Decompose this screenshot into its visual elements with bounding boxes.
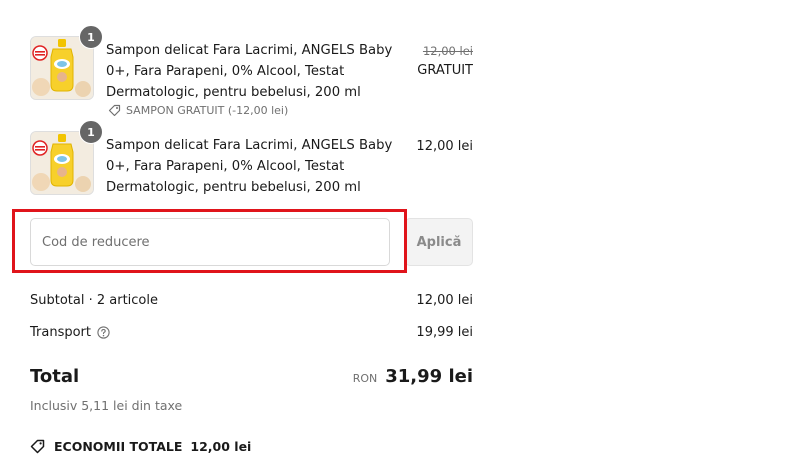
item-price: 12,00 lei [416,139,473,154]
total-currency: RON [352,372,378,385]
total-savings: ECONOMII TOTALE 12,00 lei [30,439,251,454]
savings-value: 12,00 lei [190,439,252,454]
subtotal-value: 12,00 lei [416,292,473,308]
price-column: 12,00 lei GRATUIT [417,42,473,80]
subtotal-row: Subtotal · 2 articole 12,00 lei [30,291,473,309]
quantity-badge: 1 [79,120,103,144]
tax-note: Inclusiv 5,11 lei din taxe [30,398,183,413]
product-thumbnail-wrapper: 1 [30,120,103,195]
apply-discount-button[interactable]: Aplică [405,218,473,266]
savings-label: ECONOMII TOTALE [54,439,183,454]
tag-icon [30,439,45,454]
discount-code-row: Aplică [30,218,473,268]
shipping-value: 19,99 lei [416,324,473,340]
discount-tag: SAMPON GRATUIT (-12,00 lei) [108,104,288,117]
discount-label: SAMPON GRATUIT (-12,00 lei) [126,104,289,117]
shipping-row: Transport 19,99 lei [30,323,473,341]
shipping-label-group: Transport [30,325,110,340]
total-value: 31,99 lei [385,366,473,387]
price-column: 12,00 lei [416,137,473,156]
line-item: 1 Sampon delicat Fara Lacrimi, ANGELS Ba… [30,25,473,117]
total-row: Total RON 31,99 lei [30,366,473,394]
tag-icon [108,104,121,117]
total-value-group: RON 31,99 lei [353,366,473,387]
quantity-badge: 1 [79,25,103,49]
discount-code-input[interactable] [30,218,390,266]
help-icon[interactable] [97,325,110,339]
product-thumbnail-wrapper: 1 [30,25,103,100]
total-label: Total [30,366,80,387]
item-price: GRATUIT [417,63,473,78]
shipping-label: Transport [30,324,92,340]
line-item: 1 Sampon delicat Fara Lacrimi, ANGELS Ba… [30,120,473,201]
product-title: Sampon delicat Fara Lacrimi, ANGELS Baby… [106,43,393,100]
subtotal-label: Subtotal · 2 articole [30,292,159,308]
original-price: 12,00 lei [422,44,473,58]
product-title: Sampon delicat Fara Lacrimi, ANGELS Baby… [106,138,393,195]
